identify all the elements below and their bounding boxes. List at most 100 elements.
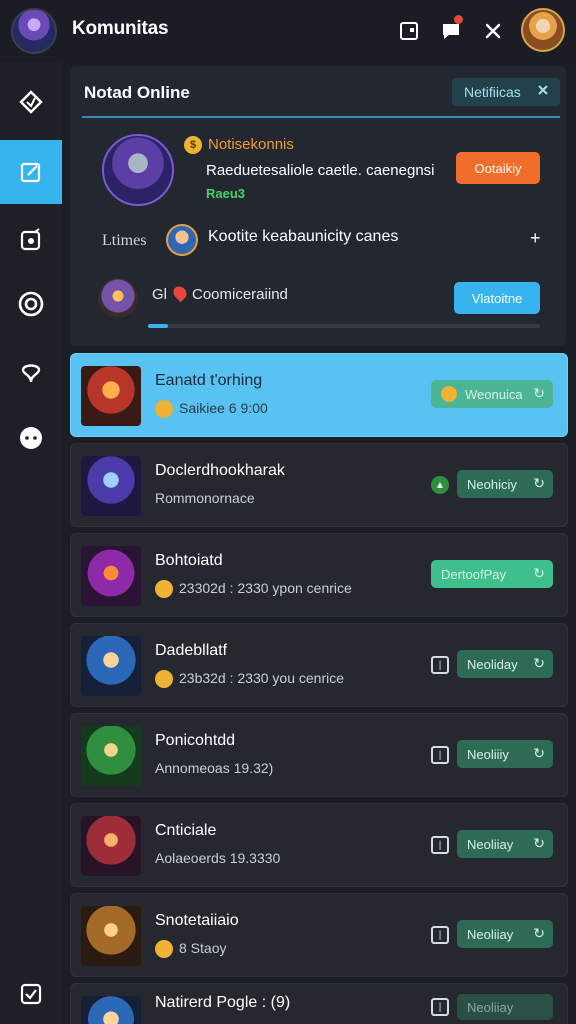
- status-chip-label: Neoliiay: [467, 836, 514, 852]
- item-subtitle-text: Saikiee 6 9:00: [179, 400, 268, 416]
- join-button[interactable]: Vlatoitne: [454, 282, 540, 314]
- chat-bubble-icon[interactable]: [0, 406, 62, 470]
- row3-prefix: Gl: [152, 286, 167, 303]
- list-item[interactable]: Natirerd Pogle : (9) | Neoliiay: [70, 983, 568, 1024]
- emblem-avatar: [98, 278, 138, 318]
- coin-icon: $: [184, 136, 202, 154]
- item-subtitle-text: 23302d : 2330 ypon cenrice: [179, 580, 352, 596]
- window-icon[interactable]: |: [431, 836, 449, 854]
- check-icon[interactable]: [0, 962, 62, 1024]
- game-thumbnail: [81, 636, 141, 696]
- item-subtitle-text: 23b32d : 2330 you cenrice: [179, 670, 345, 686]
- list-item[interactable]: Bohtoiatd 23302d : 2330 ypon cenrice Der…: [70, 533, 568, 617]
- item-title: Eanatd t'orhing: [155, 372, 263, 389]
- progress-fill: [148, 324, 168, 328]
- coin-icon: [441, 386, 457, 402]
- featured-name: Notisekonnis: [208, 136, 294, 153]
- close-icon[interactable]: [478, 16, 508, 46]
- featured-sub: Raeu3: [206, 186, 246, 201]
- coin-icon: [155, 670, 173, 689]
- main-content: Notad Online Netifiicas $ Notisekonnis R…: [70, 66, 568, 1024]
- item-subtitle: 23b32d : 2330 you cenrice: [155, 670, 345, 689]
- status-chip-label: Neoliiiy: [467, 746, 509, 762]
- game-thumbnail: [81, 906, 141, 966]
- refresh-icon[interactable]: ↻: [533, 835, 545, 852]
- window-icon[interactable]: |: [431, 998, 449, 1016]
- status-chip-label: Neoliiay: [467, 926, 514, 942]
- status-chip[interactable]: Neoliiay ↻: [457, 830, 553, 858]
- list-item[interactable]: Ponicohtdd Annomeoas 19.32) | Neoliiiy ↻: [70, 713, 568, 797]
- notifications-tag-label: Netifiicas: [464, 84, 521, 100]
- community-avatar[interactable]: [11, 8, 57, 54]
- panel-title: Notad Online: [84, 83, 190, 102]
- window-icon[interactable]: |: [431, 656, 449, 674]
- refresh-icon[interactable]: ↻: [533, 475, 545, 492]
- list-item[interactable]: Doclerdhookharak Rommonornace ▲ Neohiciy…: [70, 443, 568, 527]
- status-chip[interactable]: DertoofPay ↻: [431, 560, 553, 588]
- featured-action-button[interactable]: Ootaikiy: [456, 152, 540, 184]
- game-thumbnail: [81, 456, 141, 516]
- refresh-icon[interactable]: ↻: [533, 925, 545, 942]
- window-icon[interactable]: [394, 16, 424, 46]
- row-text: Kootite keabaunicity canes: [208, 228, 399, 245]
- list-item[interactable]: Cnticiale Aolaeoerds 19.3330 | Neoliiay ↻: [70, 803, 568, 887]
- status-chip[interactable]: Neoliiiy ↻: [457, 740, 553, 768]
- note-icon[interactable]: [0, 208, 62, 272]
- item-subtitle: Annomeoas 19.32): [155, 760, 274, 776]
- refresh-icon[interactable]: ↻: [533, 565, 545, 582]
- progress-bar: [148, 324, 540, 328]
- home-icon[interactable]: [0, 70, 62, 134]
- item-subtitle-text: 8 Staoy: [179, 940, 227, 956]
- status-chip-label: DertoofPay: [441, 566, 507, 582]
- game-thumbnail: [81, 726, 141, 786]
- item-subtitle: 8 Staoy: [155, 940, 227, 959]
- row-avatar[interactable]: [166, 224, 198, 256]
- list-item[interactable]: Dadebllatf 23b32d : 2330 you cenrice | N…: [70, 623, 568, 707]
- row-label: Ltimes: [102, 232, 147, 249]
- coin-icon: [155, 580, 173, 599]
- edit-icon[interactable]: [0, 140, 62, 204]
- list-item[interactable]: Snotetaiiaio 8 Staoy | Neoliiay ↻: [70, 893, 568, 977]
- user-avatar[interactable]: [521, 8, 565, 52]
- item-title: Snotetaiiaio: [155, 912, 239, 929]
- divider: [82, 116, 560, 118]
- row3-text: Coomiceraiind: [192, 286, 288, 303]
- target-icon[interactable]: [0, 272, 62, 336]
- featured-description: Raeduetesaliole caetle. caenegnsi: [206, 162, 435, 179]
- list-item[interactable]: Eanatd t'orhing Saikiee 6 9:00 Weonuica ↻: [70, 353, 568, 437]
- notifications-tag[interactable]: Netifiicas: [452, 78, 560, 106]
- refresh-icon[interactable]: ↻: [533, 385, 545, 402]
- pin-icon[interactable]: [0, 340, 62, 404]
- status-chip[interactable]: Weonuica ↻: [431, 380, 553, 408]
- game-thumbnail: [81, 816, 141, 876]
- notification-badge: [454, 15, 463, 24]
- refresh-icon[interactable]: ↻: [533, 745, 545, 762]
- status-chip[interactable]: Neoliday ↻: [457, 650, 553, 678]
- top-bar: Komunitas: [0, 0, 576, 62]
- refresh-icon[interactable]: ↻: [533, 655, 545, 672]
- close-icon[interactable]: [536, 83, 550, 100]
- sidebar: [0, 62, 62, 1024]
- online-panel: Notad Online Netifiicas $ Notisekonnis R…: [70, 66, 566, 346]
- item-subtitle: Aolaeoerds 19.3330: [155, 850, 281, 866]
- item-title: Natirerd Pogle : (9): [155, 994, 291, 1011]
- item-title: Ponicohtdd: [155, 732, 236, 749]
- status-chip[interactable]: Neohiciy ↻: [457, 470, 553, 498]
- featured-avatar[interactable]: [102, 134, 174, 206]
- game-thumbnail: [81, 366, 141, 426]
- window-icon[interactable]: |: [431, 746, 449, 764]
- status-chip-label: Weonuica: [465, 386, 523, 402]
- app-title: Komunitas: [72, 18, 169, 39]
- add-icon[interactable]: +: [530, 228, 541, 249]
- item-subtitle: Saikiee 6 9:00: [155, 400, 268, 419]
- status-chip[interactable]: Neoliiay ↻: [457, 920, 553, 948]
- status-chip-label: Neoliiay: [467, 999, 514, 1015]
- item-title: Dadebllatf: [155, 642, 228, 659]
- item-subtitle: Rommonornace: [155, 490, 255, 506]
- window-icon[interactable]: |: [431, 926, 449, 944]
- status-chip-label: Neoliday: [467, 656, 518, 672]
- status-chip[interactable]: Neoliiay: [457, 994, 553, 1020]
- item-title: Cnticiale: [155, 822, 217, 839]
- pin-icon: [170, 283, 190, 303]
- game-thumbnail: [81, 996, 141, 1024]
